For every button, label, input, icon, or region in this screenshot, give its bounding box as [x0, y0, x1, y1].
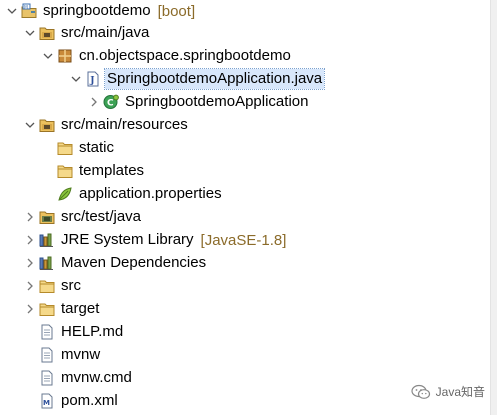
- tree-folder-target[interactable]: target: [0, 298, 497, 320]
- collapse-arrow-icon[interactable]: [24, 229, 36, 251]
- tree-item-label: Maven Dependencies: [61, 254, 207, 271]
- expand-arrow-icon[interactable]: [24, 114, 36, 136]
- file-icon: [39, 324, 55, 340]
- arrow-spacer: [24, 390, 36, 412]
- tree-library-jre[interactable]: JRE System Library [JavaSE-1.8]: [0, 229, 497, 251]
- tree-item-label: SpringbootdemoApplication.java: [103, 68, 326, 90]
- tree-item-decoration: [boot]: [157, 2, 196, 20]
- tree-file-application-properties[interactable]: application.properties: [0, 183, 497, 205]
- collapse-arrow-icon[interactable]: [24, 275, 36, 297]
- xml-file-icon: M: [39, 393, 55, 409]
- tree-item-label: HELP.md: [61, 323, 124, 340]
- tree-item-label: application.properties: [79, 185, 222, 202]
- vertical-scrollbar[interactable]: [490, 0, 497, 415]
- collapse-arrow-icon[interactable]: [24, 252, 36, 274]
- wechat-icon: [411, 384, 430, 399]
- tree-item-label: src/main/java: [61, 24, 150, 41]
- folder-icon: [57, 163, 73, 179]
- file-icon: [39, 347, 55, 363]
- tree-file-help-md[interactable]: HELP.md: [0, 321, 497, 343]
- tree-item-decoration: [JavaSE-1.8]: [200, 231, 287, 249]
- tree-file-application-java[interactable]: J SpringbootdemoApplication.java: [0, 68, 497, 90]
- tree-source-folder-src-main-resources[interactable]: src/main/resources: [0, 114, 497, 136]
- tree-item-label: static: [79, 139, 115, 156]
- tree-item-label: target: [61, 300, 100, 317]
- tree-file-mvnw[interactable]: mvnw: [0, 344, 497, 366]
- folder-icon: [39, 278, 55, 294]
- tree-source-folder-src-main-java[interactable]: src/main/java: [0, 22, 497, 44]
- spring-class-icon: C: [103, 94, 119, 110]
- library-icon: [39, 232, 55, 248]
- source-folder-icon: [39, 117, 55, 133]
- tree-item-label: src/main/resources: [61, 116, 188, 133]
- arrow-spacer: [24, 344, 36, 366]
- project-icon: M: [21, 3, 37, 19]
- arrow-spacer: [42, 183, 54, 205]
- tree-folder-src[interactable]: src: [0, 275, 497, 297]
- package-explorer-tree: Mspringbootdemo [boot] src/main/java cn.obj…: [0, 0, 491, 415]
- arrow-spacer: [24, 321, 36, 343]
- expand-arrow-icon[interactable]: [70, 68, 82, 90]
- tree-project-springbootdemo[interactable]: Mspringbootdemo [boot]: [0, 0, 497, 22]
- tree-item-label: src: [61, 277, 81, 294]
- test-source-folder-icon: [39, 209, 55, 225]
- tree-item-label: mvnw.cmd: [61, 369, 132, 386]
- expand-arrow-icon[interactable]: [24, 22, 36, 44]
- arrow-spacer: [42, 160, 54, 182]
- svg-text:C: C: [107, 99, 114, 109]
- svg-text:M: M: [24, 5, 28, 11]
- tree-item-label: templates: [79, 162, 145, 179]
- source-folder-icon: [39, 25, 55, 41]
- tree-package-springbootdemo[interactable]: cn.objectspace.springbootdemo: [0, 45, 497, 67]
- java-file-icon: J: [85, 71, 101, 87]
- file-icon: [39, 370, 55, 386]
- tree-item-label: src/test/java: [61, 208, 142, 225]
- tree-folder-templates[interactable]: templates: [0, 160, 497, 182]
- collapse-arrow-icon[interactable]: [24, 298, 36, 320]
- folder-icon: [57, 140, 73, 156]
- collapse-arrow-icon[interactable]: [88, 91, 100, 113]
- collapse-arrow-icon[interactable]: [24, 206, 36, 228]
- tree-class-springbootdemoapplication[interactable]: C SpringbootdemoApplication: [0, 91, 497, 113]
- folder-icon: [39, 301, 55, 317]
- tree-item-label: pom.xml: [61, 392, 118, 409]
- library-icon: [39, 255, 55, 271]
- tree-item-label: JRE System Library: [61, 231, 194, 248]
- expand-arrow-icon[interactable]: [6, 0, 18, 22]
- tree-folder-static[interactable]: static: [0, 137, 497, 159]
- svg-text:M: M: [43, 399, 50, 407]
- tree-library-maven[interactable]: Maven Dependencies: [0, 252, 497, 274]
- arrow-spacer: [42, 137, 54, 159]
- properties-file-icon: [57, 186, 73, 202]
- expand-arrow-icon[interactable]: [42, 45, 54, 67]
- tree-item-label: mvnw: [61, 346, 101, 363]
- tree-item-label: springbootdemo: [43, 2, 151, 19]
- package-icon: [57, 48, 73, 64]
- arrow-spacer: [24, 367, 36, 389]
- tree-item-label: SpringbootdemoApplication: [125, 93, 309, 110]
- svg-text:J: J: [89, 76, 94, 86]
- watermark: Java知音: [411, 383, 485, 400]
- tree-item-label: cn.objectspace.springbootdemo: [79, 47, 291, 64]
- tree-source-folder-src-test-java[interactable]: src/test/java: [0, 206, 497, 228]
- watermark-text: Java知音: [435, 385, 485, 399]
